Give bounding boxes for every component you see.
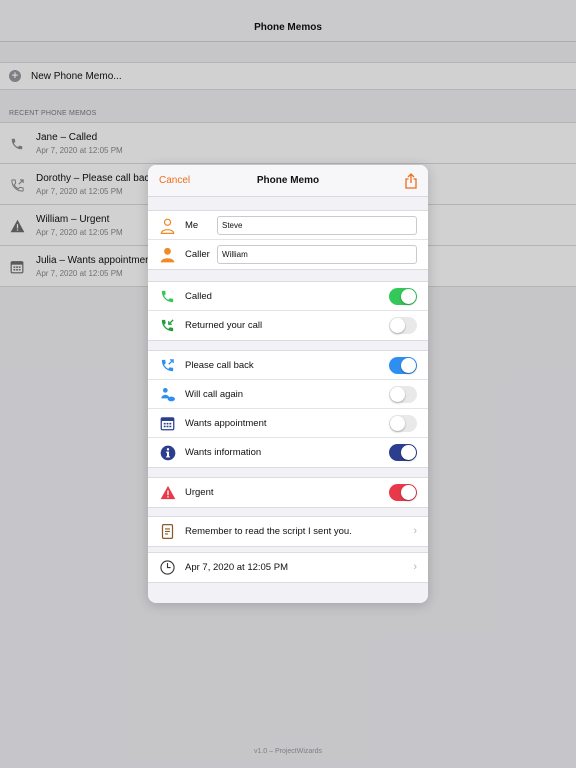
date-group: Apr 7, 2020 at 12:05 PM › [148, 552, 428, 583]
urgent-row: Urgent [148, 478, 428, 507]
info-icon [159, 444, 176, 461]
caller-label: Caller [185, 249, 210, 260]
people-group: Me Caller [148, 210, 428, 270]
information-toggle[interactable] [389, 444, 417, 461]
me-label: Me [185, 220, 199, 231]
person-phone-icon [159, 386, 176, 403]
call-back-label: Please call back [185, 360, 254, 371]
information-row: Wants information [148, 438, 428, 467]
urgent-toggle[interactable] [389, 484, 417, 501]
call-again-label: Will call again [185, 389, 244, 400]
modal-title: Phone Memo [256, 175, 320, 186]
me-row: Me [148, 211, 428, 240]
call-again-toggle[interactable] [389, 386, 417, 403]
call-back-row: Please call back [148, 351, 428, 380]
called-toggle[interactable] [389, 288, 417, 305]
appointment-toggle[interactable] [389, 415, 417, 432]
person-outline-icon [159, 217, 176, 234]
call-status-group: Called Returned your call [148, 281, 428, 341]
called-label: Called [185, 291, 212, 302]
information-label: Wants information [185, 447, 262, 458]
phone-icon [159, 288, 176, 305]
returned-row: Returned your call [148, 311, 428, 340]
appointment-label: Wants appointment [185, 418, 267, 429]
caller-row: Caller [148, 240, 428, 269]
returned-toggle[interactable] [389, 317, 417, 334]
returned-label: Returned your call [185, 320, 263, 331]
toggle-knob [401, 445, 416, 460]
note-icon [159, 523, 176, 540]
appointment-row: Wants appointment [148, 409, 428, 438]
request-group: Please call back Will call again Wants a… [148, 350, 428, 468]
urgent-group: Urgent [148, 477, 428, 508]
warning-icon [159, 484, 176, 501]
phone-outgoing-icon [159, 357, 176, 374]
modal-header: Cancel Phone Memo [148, 165, 428, 197]
caller-field[interactable] [217, 245, 417, 264]
call-back-toggle[interactable] [389, 357, 417, 374]
urgent-label: Urgent [185, 487, 214, 498]
chevron-right-icon: › [413, 561, 417, 573]
date-text: Apr 7, 2020 at 12:05 PM [185, 562, 288, 573]
call-again-row: Will call again [148, 380, 428, 409]
toggle-knob [390, 387, 405, 402]
toggle-knob [401, 358, 416, 373]
toggle-knob [390, 416, 405, 431]
date-row[interactable]: Apr 7, 2020 at 12:05 PM › [148, 553, 428, 582]
phone-memo-sheet: Cancel Phone Memo Me Caller Calle [148, 165, 428, 603]
toggle-knob [401, 289, 416, 304]
phone-incoming-icon [159, 317, 176, 334]
called-row: Called [148, 282, 428, 311]
clock-icon [159, 559, 176, 576]
note-group: Remember to read the script I sent you. … [148, 516, 428, 547]
person-filled-icon [159, 246, 176, 263]
note-text: Remember to read the script I sent you. [185, 526, 352, 537]
share-icon[interactable] [404, 173, 418, 189]
calendar-icon [159, 415, 176, 432]
toggle-knob [401, 485, 416, 500]
chevron-right-icon: › [413, 525, 417, 537]
note-row[interactable]: Remember to read the script I sent you. … [148, 517, 428, 546]
toggle-knob [390, 318, 405, 333]
me-field[interactable] [217, 216, 417, 235]
